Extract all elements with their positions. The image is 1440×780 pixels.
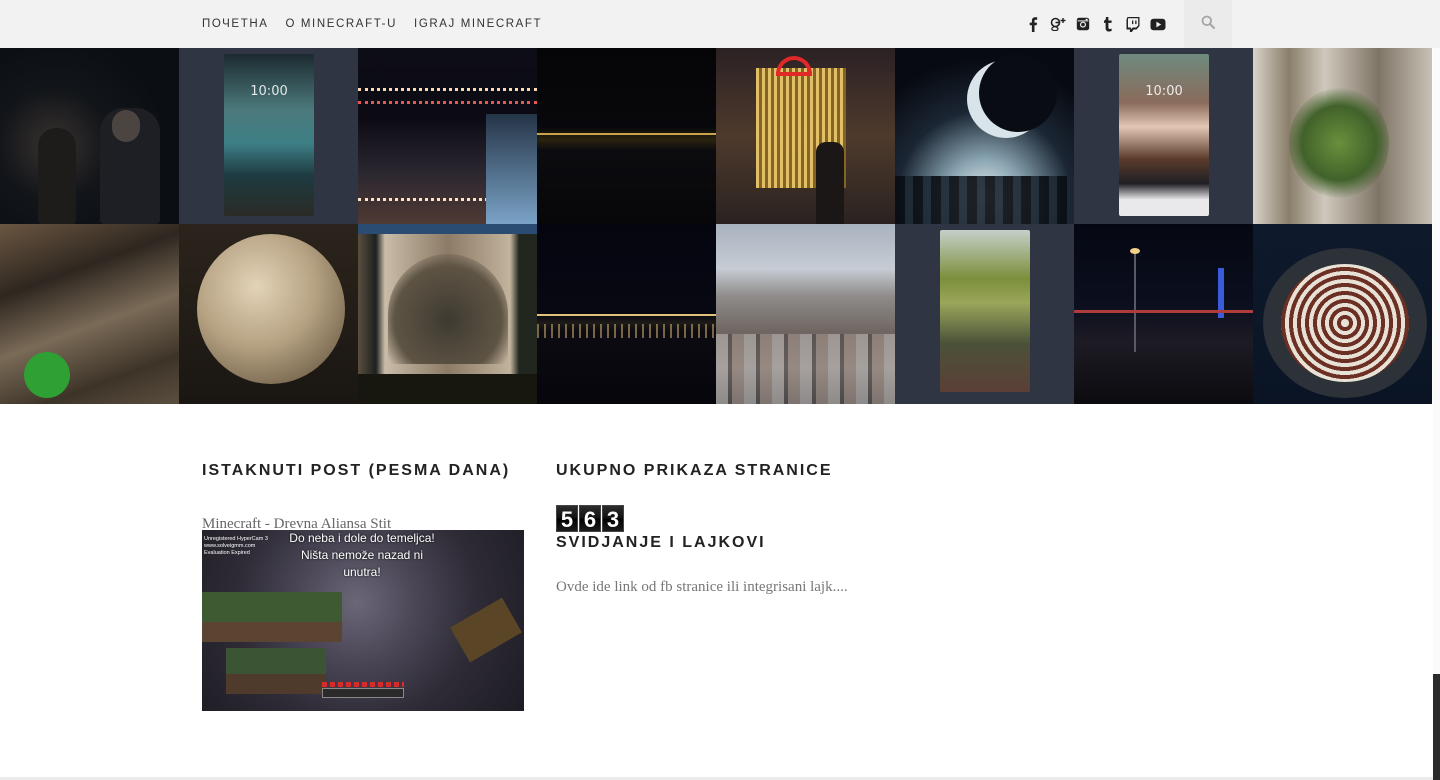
nav-item-pocetna[interactable]: ПОЧЕТНА — [202, 18, 269, 30]
counter-digit: 6 — [579, 505, 601, 532]
counter-digit: 5 — [556, 505, 578, 532]
scrollbar-thumb[interactable] — [1433, 674, 1440, 780]
gallery-photo-ivy-tree[interactable] — [1253, 48, 1432, 224]
featured-post-thumbnail[interactable]: Unregistered HyperCam 3 www.solveigmm.co… — [202, 530, 524, 711]
thumbnail-caption: Do neba i dole do temeljca! Ništa nemože… — [262, 530, 462, 581]
likes-text: Ovde ide link od fb stranice ili integri… — [556, 579, 848, 595]
gallery-photo-bridge-night[interactable] — [537, 224, 716, 404]
gallery-photo-street-night[interactable] — [1074, 224, 1253, 404]
thumbnail-watermark: Unregistered HyperCam 3 www.solveigmm.co… — [204, 536, 268, 556]
google-plus-icon[interactable] — [1045, 0, 1070, 48]
gallery-photo-wood-logs[interactable] — [0, 224, 179, 404]
page-views-counter: 5 6 3 — [556, 505, 625, 532]
gallery-photo-stone-waterfall[interactable] — [358, 224, 537, 404]
photo-gallery: 10:00 10:00 — [0, 48, 1433, 404]
scrollbar-track[interactable] — [1433, 48, 1440, 780]
thumbnail-caption-line-3: unutra! — [343, 565, 381, 579]
main-nav: ПОЧЕТНА O MINECRAFT-U IGRAJ MINECRAFT — [202, 0, 559, 48]
top-navigation-bar: ПОЧЕТНА O MINECRAFT-U IGRAJ MINECRAFT — [0, 0, 1440, 48]
page-views-title: UKUPNO PRIKAZA STRANICE — [556, 462, 833, 479]
thumbnail-caption-line-2: Ništa nemože nazad ni — [300, 548, 424, 562]
page-views-widget: UKUPNO PRIKAZA STRANICE 5 6 3 SVIDJANJE … — [556, 462, 856, 595]
search-button[interactable] — [1184, 0, 1232, 48]
twitch-icon[interactable] — [1120, 0, 1145, 48]
gallery-photo-phone-portrait[interactable]: 10:00 — [1074, 48, 1253, 224]
gallery-photo-phone-tree[interactable] — [895, 224, 1074, 404]
gallery-photo-city-view[interactable] — [716, 224, 895, 404]
nav-item-igraj-minecraft[interactable]: IGRAJ MINECRAFT — [414, 18, 542, 30]
instagram-icon[interactable] — [1070, 0, 1095, 48]
thumbnail-caption-line-1: Do neba i dole do temeljca! — [289, 531, 435, 545]
youtube-icon[interactable] — [1145, 0, 1170, 48]
nav-item-o-minecraftu[interactable]: O MINECRAFT-U — [286, 18, 398, 30]
gallery-photo-couple-night[interactable] — [0, 48, 179, 224]
search-icon — [1201, 15, 1215, 34]
gallery-photo-christmas-lights-street[interactable] — [358, 48, 537, 224]
gallery-photo-coconut[interactable] — [179, 224, 358, 404]
gallery-photo-christmas-gift-lights[interactable] — [716, 48, 895, 224]
gallery-photo-river-night[interactable] — [537, 48, 716, 224]
gallery-photo-dessert-bowl[interactable] — [1253, 224, 1432, 404]
likes-title: SVIDJANJE I LAJKOVI — [556, 534, 766, 551]
facebook-icon[interactable] — [1020, 0, 1045, 48]
featured-post-title: ISTAKNUTI POST (PESMA DANA) — [202, 462, 511, 479]
tumblr-icon[interactable] — [1095, 0, 1120, 48]
phone-clock-text: 10:00 — [250, 84, 288, 99]
social-links — [1020, 0, 1170, 48]
counter-digit: 3 — [602, 505, 624, 532]
gallery-photo-moon-forest[interactable] — [895, 48, 1074, 224]
phone-clock-text: 10:00 — [1145, 84, 1183, 99]
featured-post-widget: ISTAKNUTI POST (PESMA DANA) Minecraft - … — [202, 462, 532, 711]
gallery-photo-phone-fountain[interactable]: 10:00 — [179, 48, 358, 224]
